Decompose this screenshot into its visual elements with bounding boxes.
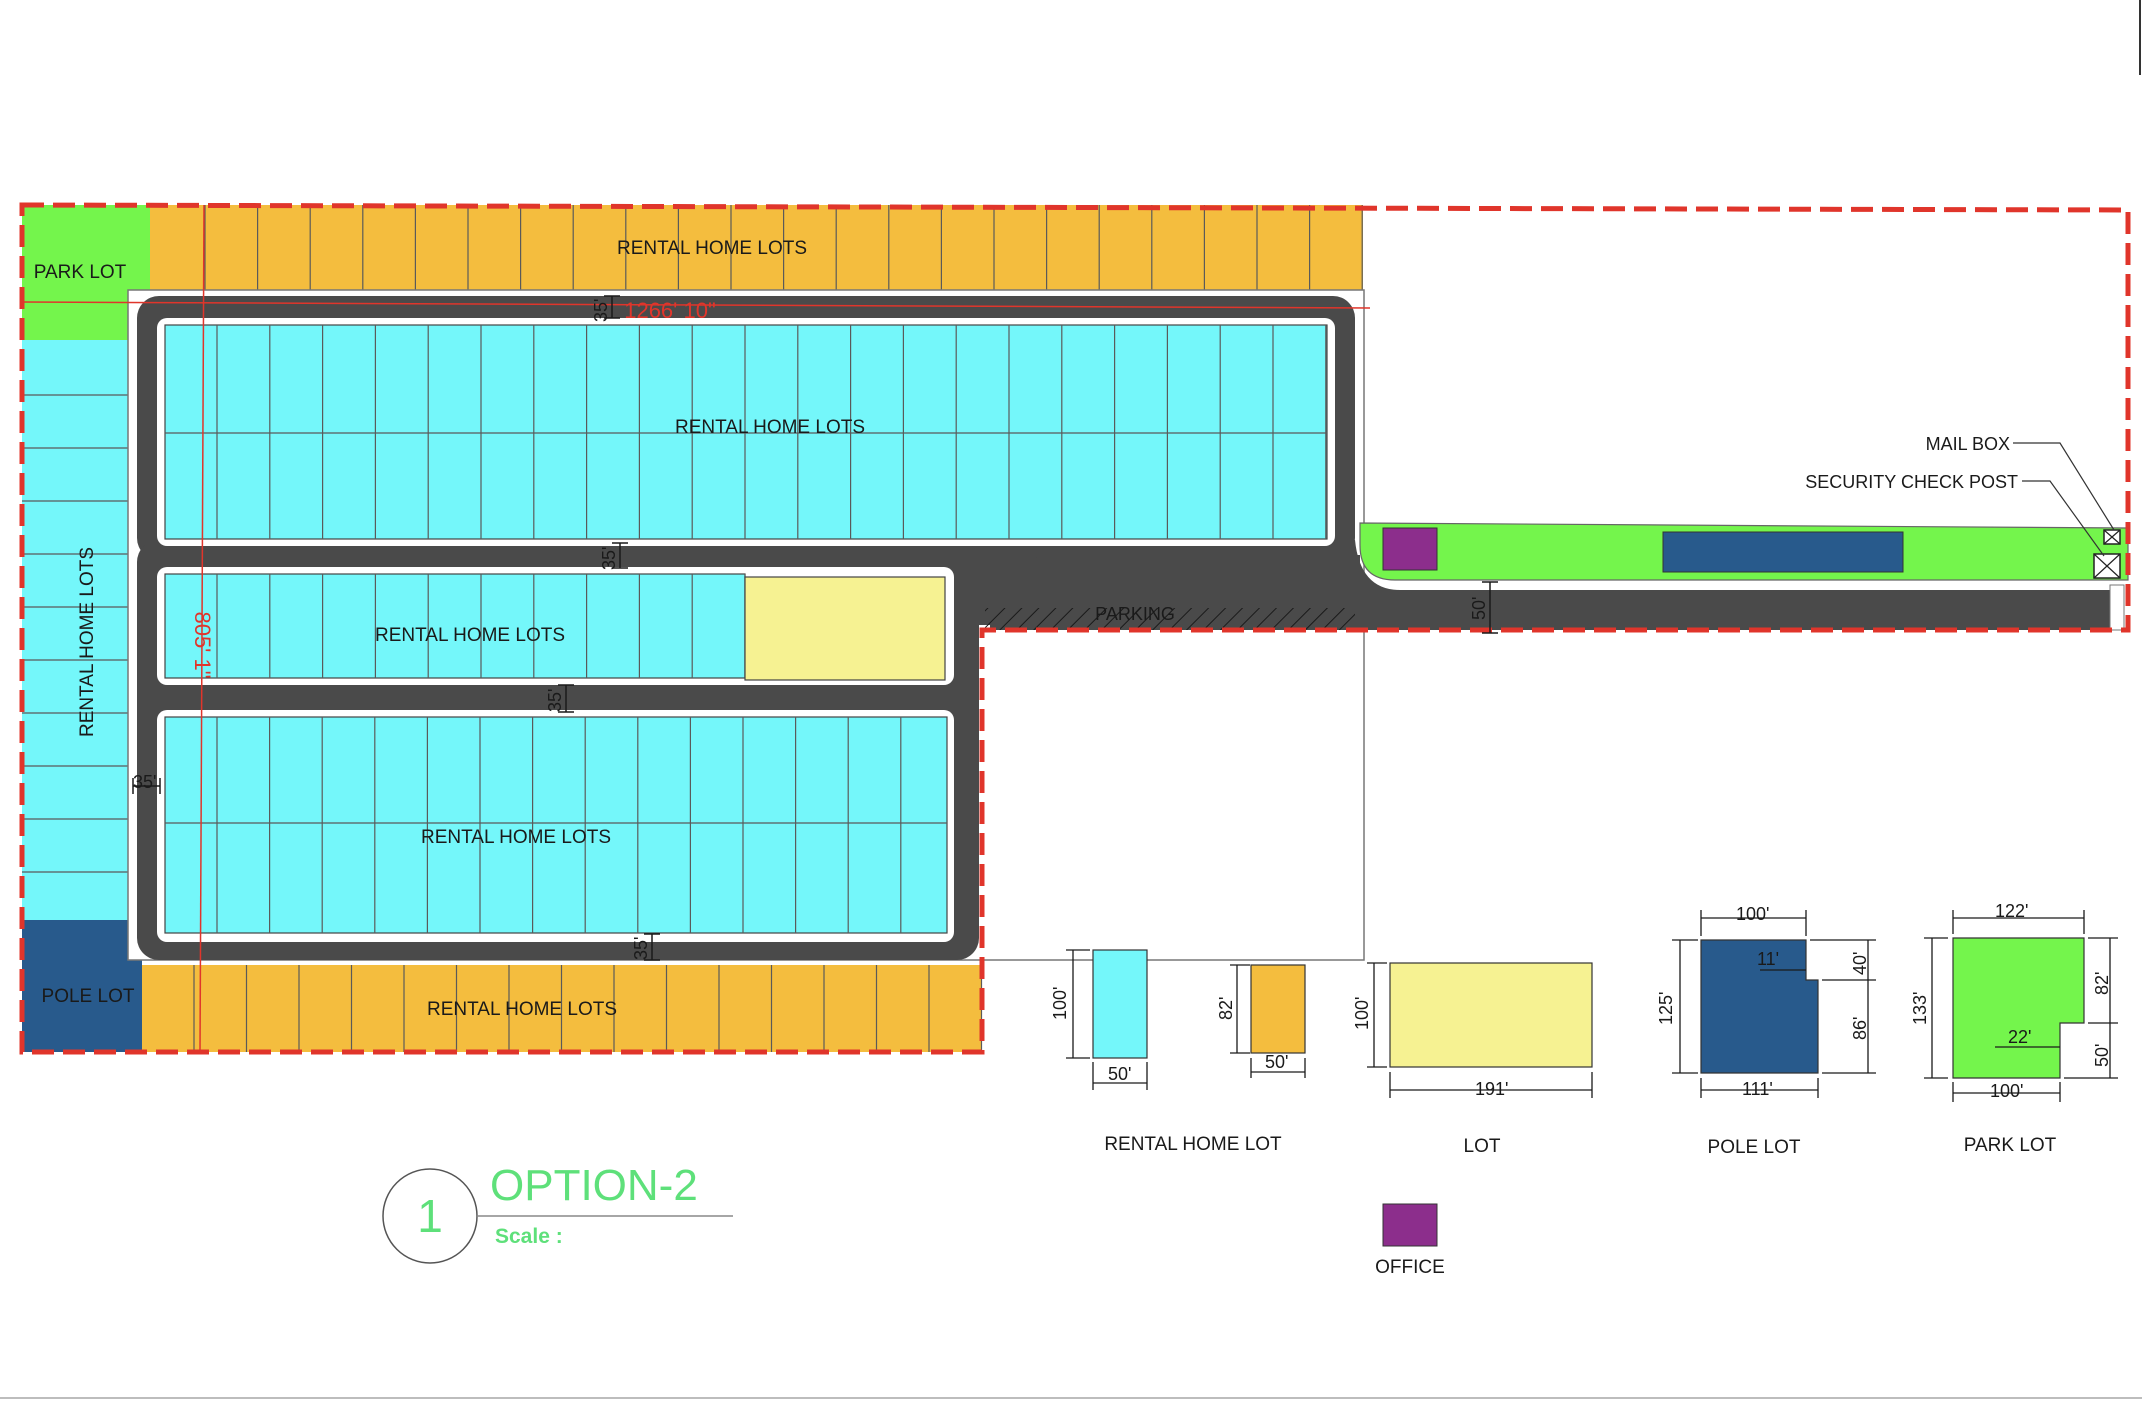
legend-lot — [1389, 962, 1593, 1068]
road-dim-entry: 50' — [1469, 597, 1489, 620]
dimension-vertical: 805' 1" — [190, 611, 215, 678]
legend-lot-width: 191' — [1475, 1079, 1508, 1099]
road-dim-left: 35' — [133, 772, 156, 792]
parking-label: PARKING — [1095, 604, 1175, 624]
road-dim-top: 35' — [591, 299, 611, 322]
legend-rental-cyan — [1092, 949, 1148, 1059]
dimension-horizontal: 1266' 10" — [624, 298, 716, 323]
rental-block3-label: RENTAL HOME LOTS — [421, 827, 611, 848]
pole-structure — [1662, 531, 1904, 573]
mail-box-icon — [2103, 529, 2121, 545]
pole-lot-label: POLE LOT — [42, 986, 135, 1007]
legend-pole-lot-label: POLE LOT — [1708, 1137, 1801, 1158]
rental-left-label: RENTAL HOME LOTS — [77, 547, 98, 737]
title-block: 1 OPTION-2 Scale : — [382, 1161, 733, 1264]
rental-top-label: RENTAL HOME LOTS — [617, 238, 807, 259]
road-dim-bottom: 35' — [631, 937, 651, 960]
legend-lot-label: LOT — [1464, 1136, 1501, 1157]
legend-park-notch-w: 22' — [2008, 1027, 2031, 1047]
legend-pole-notch-h: 40' — [1850, 952, 1870, 975]
legend-park-notch-h: 50' — [2092, 1044, 2112, 1067]
legend-rental-cyan-height: 100' — [1050, 987, 1070, 1020]
legend-rental-orange-width: 50' — [1265, 1052, 1288, 1072]
road-dim-mid1: 35' — [599, 547, 619, 570]
rental-lots-left-column — [22, 340, 130, 920]
legend-park-lot — [1952, 937, 2085, 1079]
legend-park-top: 122' — [1995, 901, 2028, 921]
office-building — [1382, 527, 1438, 571]
legend-pole-left: 125' — [1656, 992, 1676, 1025]
legend-rental-home-lot-label: RENTAL HOME LOT — [1104, 1134, 1282, 1155]
legend-park-lot-label: PARK LOT — [1964, 1135, 2057, 1156]
legend-rental-orange — [1250, 964, 1306, 1054]
security-check-post-icon — [2093, 553, 2121, 579]
legend-office — [1382, 1203, 1438, 1247]
park-lot-label: PARK LOT — [34, 262, 127, 283]
road-dim-mid2: 35' — [545, 689, 565, 712]
legend-rental-cyan-width: 50' — [1108, 1064, 1131, 1084]
option-title: OPTION-2 — [490, 1161, 698, 1210]
legend-lot-height: 100' — [1352, 997, 1372, 1030]
legend-rental-orange-height: 82' — [1216, 997, 1236, 1020]
rental-block1-label: RENTAL HOME LOTS — [675, 417, 865, 438]
mail-box-label: MAIL BOX — [1926, 434, 2010, 454]
legend-pole-right: 86' — [1850, 1017, 1870, 1040]
legend-pole-bottom: 111' — [1742, 1079, 1773, 1099]
site-plan-drawing: 1266' 10" 805' 1" 35' 35' 35' 35' 35' 50… — [0, 0, 2142, 1399]
legend-pole-notch-w: 11' — [1757, 949, 1779, 969]
legend-park-bottom: 100' — [1990, 1081, 2023, 1101]
rental-bottom-label: RENTAL HOME LOTS — [427, 999, 617, 1020]
rental-lots-block-3 — [164, 716, 948, 934]
entry-green-strip — [1359, 522, 2129, 581]
legend-pole-top: 100' — [1736, 904, 1769, 924]
scale-label: Scale : — [495, 1225, 563, 1248]
legend-office-label: OFFICE — [1375, 1257, 1445, 1278]
rental-block2-label: RENTAL HOME LOTS — [375, 625, 565, 646]
drawing-number: 1 — [417, 1190, 443, 1242]
legend-park-right-top: 82' — [2092, 972, 2112, 995]
legend-park-left: 133' — [1910, 992, 1930, 1025]
lot-yellow — [744, 576, 946, 681]
security-check-post-label: SECURITY CHECK POST — [1805, 472, 2018, 492]
